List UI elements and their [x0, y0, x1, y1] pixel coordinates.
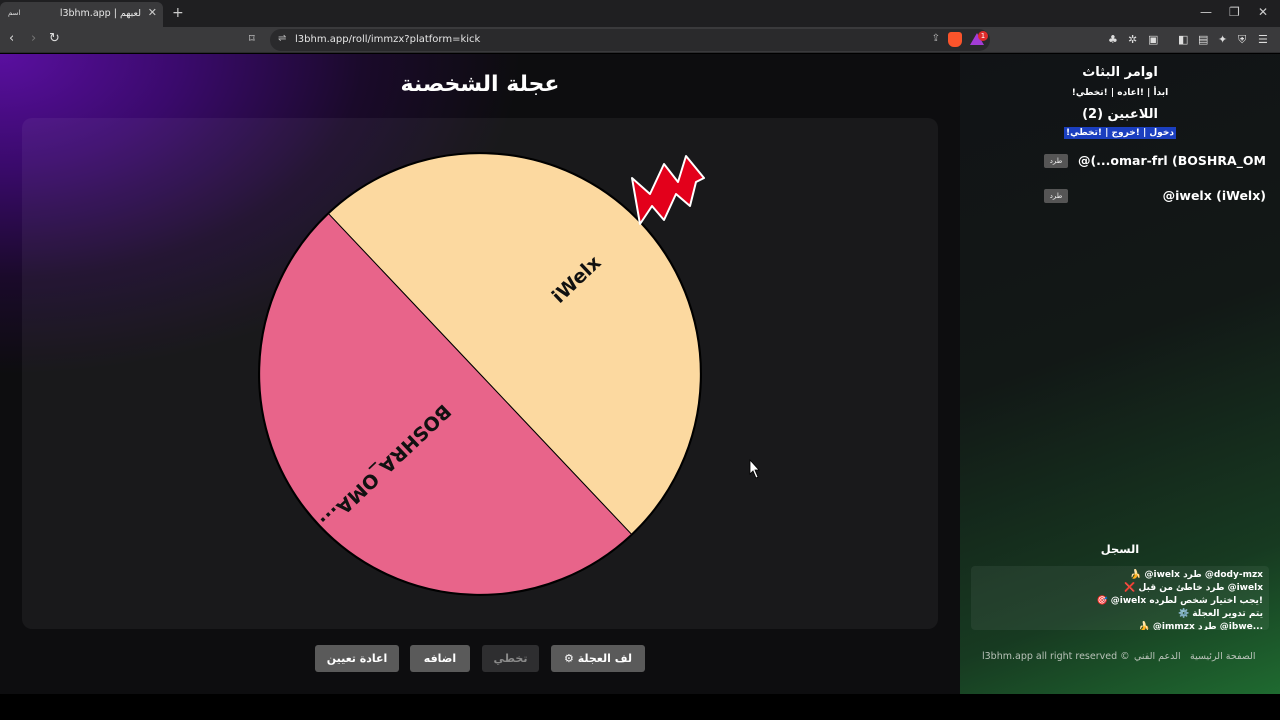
tab-bar: اسم l3bhm.app | لعبهم ✕ + — ❐ ✕: [0, 0, 1280, 27]
player-commands-text: !دخول | !خروج | !تخطي: [1064, 127, 1176, 139]
extensions-puzzle-icon[interactable]: ✲: [1128, 33, 1137, 46]
add-button[interactable]: اضافه: [410, 645, 470, 672]
page: عجلة الشخصنة iWelx BOSHRA_OMA... ⚙ لف ال…: [0, 54, 1280, 694]
kick-button[interactable]: طرد: [1044, 154, 1068, 168]
footer-support-link[interactable]: الدعم الفني: [1134, 651, 1181, 662]
sidebar-toggle-icon[interactable]: ◧: [1178, 33, 1188, 46]
bookmark-icon[interactable]: ⌑: [249, 32, 255, 45]
tab-title: l3bhm.app | لعبهم: [59, 8, 141, 19]
forward-icon[interactable]: ›: [31, 31, 36, 46]
kick-button[interactable]: طرد: [1044, 189, 1068, 203]
spin-wheel[interactable]: iWelx BOSHRA_OMA...: [258, 152, 702, 596]
player-name: @(...omar-frl (BOSHRA_OM: [1077, 153, 1266, 168]
log-entry: 🍌 @immzx طرد @ibwe...: [1138, 622, 1263, 630]
wheel-pointer-icon: [631, 155, 705, 225]
reader-icon[interactable]: ▣: [1148, 33, 1158, 46]
streamer-commands: !ابدأ | !اعاده | !تخطي: [1071, 88, 1169, 98]
log-entry: 🍌 @iwelx طرد @dody-mzx: [1130, 570, 1263, 580]
browser-toolbar: ‹ › ↻ ⌑ ⇌ l3bhm.app/roll/immzx?platform=…: [0, 27, 1280, 53]
log-entry: 🎯 @iwelx يجب اختيار شخص لطرده!: [1096, 596, 1263, 606]
wheel-svg: iWelx BOSHRA_OMA...: [258, 152, 760, 596]
address-bar[interactable]: ⇌ l3bhm.app/roll/immzx?platform=kick ⇪: [270, 29, 990, 51]
wallet-icon[interactable]: ▤: [1198, 33, 1208, 46]
player-commands: !دخول | !خروج | !تخطي: [960, 127, 1280, 139]
players-title: اللاعبين (2): [1082, 107, 1158, 122]
spin-wheel-button[interactable]: ⚙ لف العجلة: [551, 645, 645, 672]
main-area: عجلة الشخصنة iWelx BOSHRA_OMA... ⚙ لف ال…: [0, 54, 960, 694]
log-box[interactable]: 🍌 @iwelx طرد @dody-mzx ❌ طرد خاطئ من قبل…: [971, 566, 1269, 630]
browser-tab[interactable]: اسم l3bhm.app | لعبهم ✕: [0, 2, 163, 27]
tab-favicon-icon: اسم: [8, 9, 21, 17]
site-info-icon[interactable]: ⇌: [278, 33, 286, 44]
log-title: السجل: [1100, 542, 1140, 556]
back-icon[interactable]: ‹: [9, 31, 14, 46]
reset-button[interactable]: اعادة تعيين: [315, 645, 399, 672]
url-text[interactable]: l3bhm.app/roll/immzx?platform=kick: [295, 34, 480, 45]
streamer-commands-title: اوامر البثاث: [1082, 65, 1158, 80]
mouse-cursor-icon: [749, 458, 760, 479]
share-icon[interactable]: ⇪: [932, 33, 940, 44]
player-name: @iwelx (iWelx): [1162, 188, 1266, 203]
close-window-icon[interactable]: ✕: [1258, 5, 1268, 19]
close-tab-icon[interactable]: ✕: [148, 6, 157, 19]
log-entry: ⚙️ يتم تدوير العجلة: [1177, 609, 1263, 619]
spin-icon: ⚙: [564, 652, 574, 665]
menu-icon[interactable]: ☰: [1258, 33, 1268, 46]
bottom-bar: [0, 694, 1280, 720]
reload-icon[interactable]: ↻: [49, 31, 60, 46]
vpn-shield-icon[interactable]: ⛨: [1238, 33, 1246, 47]
leo-ai-icon[interactable]: ✦: [1218, 33, 1227, 46]
extension-icon-1[interactable]: ♣: [1108, 33, 1118, 46]
skip-button[interactable]: تخطي: [482, 645, 539, 672]
new-tab-icon[interactable]: +: [172, 5, 184, 21]
log-entry: ❌ طرد خاطئ من قبل @iwelx: [1124, 583, 1263, 593]
restore-icon[interactable]: ❐: [1229, 5, 1240, 19]
rewards-badge: 1: [978, 31, 988, 41]
brave-shields-icon[interactable]: [948, 32, 962, 47]
minimize-icon[interactable]: —: [1200, 5, 1212, 19]
footer-copyright: l3bhm.app all right reserved ©: [982, 651, 1130, 662]
footer-home-link[interactable]: الصفحة الرئيسية: [1190, 651, 1256, 662]
